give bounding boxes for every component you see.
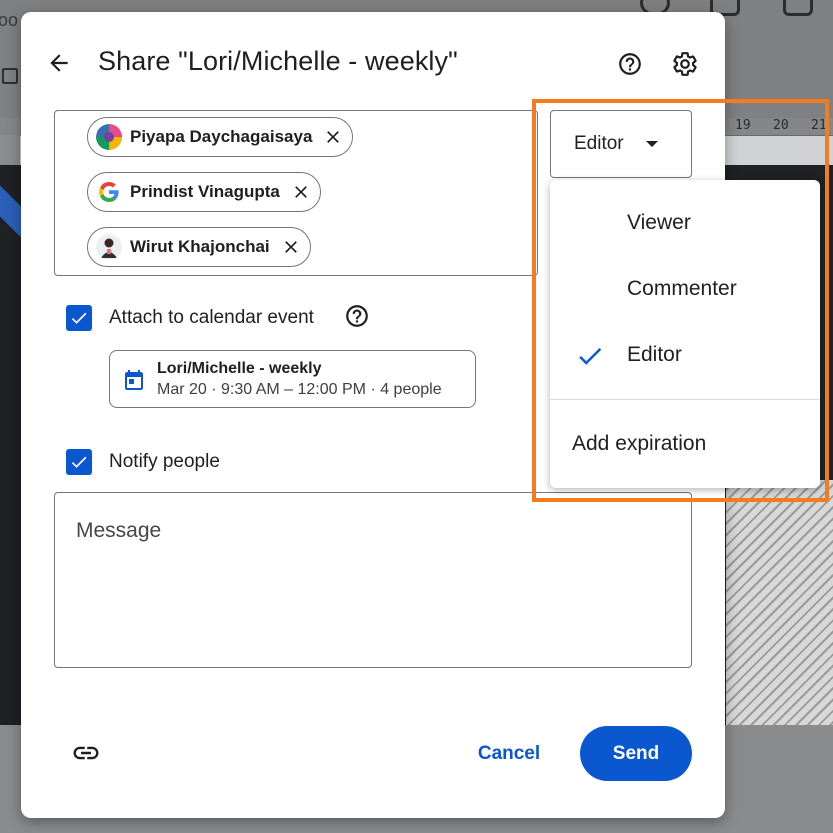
back-button[interactable]	[42, 46, 76, 80]
background-strip	[0, 135, 20, 165]
role-menu: Viewer Commenter Editor Add expiration	[550, 180, 820, 488]
remove-recipient-button[interactable]	[280, 236, 302, 258]
copy-link-button[interactable]	[69, 738, 103, 768]
send-button[interactable]: Send	[580, 726, 692, 781]
role-option-label: Editor	[627, 343, 682, 366]
background-tab-text: oo	[0, 10, 19, 30]
event-title: Lori/Michelle - weekly	[157, 360, 322, 377]
calendar-help-button[interactable]	[343, 302, 371, 330]
checkmark-icon	[71, 456, 87, 468]
background-artwork	[726, 480, 833, 725]
caret-down-icon	[645, 141, 658, 147]
recipients-field[interactable]: Piyapa Daychagaisaya Prindist Vinagupta	[54, 110, 538, 276]
close-icon	[284, 241, 297, 253]
calendar-event-card[interactable]: Lori/Michelle - weekly Mar 20 · 9:30 AM …	[109, 350, 476, 408]
ruler-number: 20	[773, 118, 789, 133]
recipient-name: Prindist Vinagupta	[130, 182, 280, 201]
person-avatar	[96, 234, 122, 260]
checkmark-icon	[71, 312, 87, 324]
role-option-label: Commenter	[627, 277, 737, 300]
role-dropdown-label: Editor	[574, 133, 624, 154]
notify-people-label: Notify people	[109, 451, 220, 472]
calendar-icon	[125, 370, 143, 390]
remove-recipient-button[interactable]	[290, 181, 312, 203]
colorful-avatar	[96, 124, 122, 150]
help-circle-icon	[619, 53, 641, 75]
recipient-name: Piyapa Daychagaisaya	[130, 127, 313, 146]
recipient-name: Wirut Khajonchai	[130, 237, 270, 256]
attach-calendar-checkbox[interactable]	[66, 305, 92, 331]
settings-button[interactable]	[670, 49, 700, 79]
close-icon	[327, 131, 340, 143]
cancel-button[interactable]: Cancel	[464, 734, 554, 774]
message-placeholder: Message	[76, 519, 162, 542]
recipient-chip[interactable]: Prindist Vinagupta	[87, 172, 321, 212]
role-option-commenter[interactable]: Commenter	[550, 259, 820, 319]
add-expiration-label: Add expiration	[572, 432, 707, 455]
remove-recipient-button[interactable]	[322, 126, 344, 148]
ruler-number: 21	[811, 118, 827, 133]
role-option-viewer[interactable]: Viewer	[550, 193, 820, 253]
role-option-editor[interactable]: Editor	[550, 325, 820, 385]
video-call-icon	[783, 0, 813, 16]
help-circle-icon	[346, 305, 368, 327]
event-details: Mar 20 · 9:30 AM – 12:00 PM · 4 people	[157, 381, 442, 398]
link-icon	[73, 746, 99, 760]
add-expiration-option[interactable]: Add expiration	[550, 414, 820, 474]
notify-people-checkbox[interactable]	[66, 449, 92, 475]
google-g-logo	[96, 179, 122, 205]
ruler-number: 19	[735, 118, 751, 133]
role-option-label: Viewer	[627, 211, 691, 234]
help-button[interactable]	[615, 49, 645, 79]
image-icon	[2, 68, 18, 84]
menu-divider	[550, 399, 820, 400]
close-icon	[295, 186, 307, 198]
recipient-chip[interactable]: Piyapa Daychagaisaya	[87, 117, 354, 157]
recipient-chip[interactable]: Wirut Khajonchai	[87, 227, 311, 267]
message-input[interactable]: Message	[54, 492, 692, 668]
role-dropdown[interactable]: Editor	[550, 110, 692, 178]
attach-calendar-label: Attach to calendar event	[109, 307, 314, 328]
arrow-left-icon	[50, 54, 68, 72]
checkmark-icon	[579, 347, 602, 365]
dialog-title: Share "Lori/Michelle - weekly"	[98, 46, 458, 76]
dialog-header: Share "Lori/Michelle - weekly"	[21, 12, 725, 112]
gear-icon	[673, 52, 697, 76]
